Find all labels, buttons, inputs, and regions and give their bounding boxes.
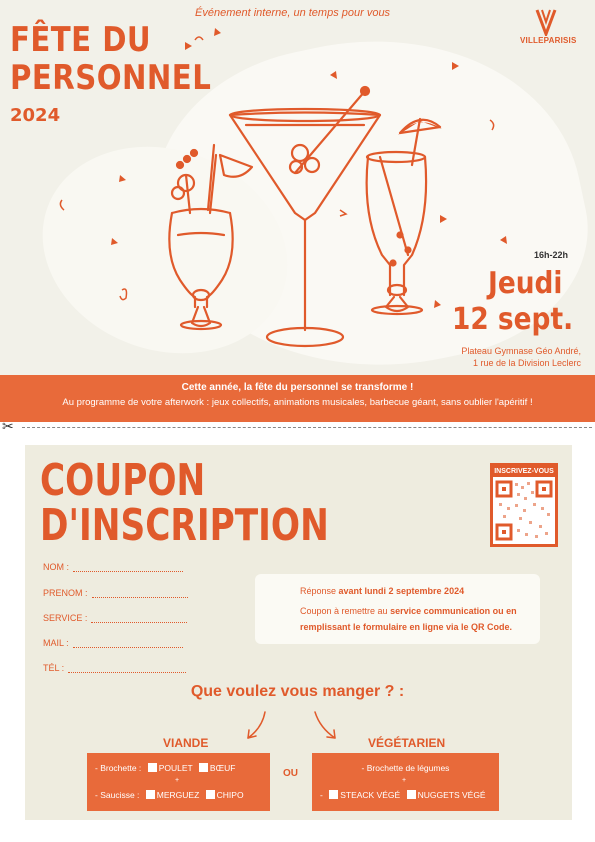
field-label: PRENOM :: [43, 588, 88, 598]
nuggets-vege-label: NUGGETS VÉGÉ: [417, 790, 486, 800]
or-label: OU: [283, 768, 298, 779]
return-instructions-line-1: Coupon à remettre au service communicati…: [300, 604, 517, 618]
veg-dash: -: [320, 790, 323, 800]
service-input-line[interactable]: [91, 614, 188, 623]
arrows-decoration: [247, 711, 336, 739]
field-label: SERVICE :: [43, 613, 88, 623]
event-venue: Plateau Gymnase Géo André, 1 rue de la D…: [461, 345, 581, 369]
venue-line-1: Plateau Gymnase Géo André,: [461, 346, 581, 356]
cut-line: [22, 427, 592, 428]
steack-vege-checkbox[interactable]: [329, 790, 339, 799]
veg-options-box: - Brochette de légumes + - STEACK VÉGÉ N…: [312, 753, 499, 811]
reply-deadline: Réponse avant lundi 2 septembre 2024: [300, 584, 464, 598]
meat-plus: +: [175, 777, 180, 784]
meat-options-box: - Brochette : POULET BŒUF + - Saucisse :…: [87, 753, 270, 811]
veg-brochette-label: - Brochette de légumes: [361, 763, 450, 773]
veg-plus: +: [402, 777, 407, 784]
veg-title: VÉGÉTARIEN: [368, 736, 446, 750]
banner-line-1: Cette année, la fête du personnel se tra…: [181, 382, 414, 393]
merguez-label: MERGUEZ: [156, 790, 200, 800]
field-nom[interactable]: NOM :: [43, 562, 183, 572]
meat-brochette-row: - Brochette : POULET BŒUF: [95, 763, 235, 773]
program-banner: Cette année, la fête du personnel se tra…: [0, 375, 595, 422]
nuggets-vege-checkbox[interactable]: [406, 790, 416, 799]
boeuf-label: BŒUF: [209, 763, 236, 773]
banner-line-2: Au programme de votre afterwork : jeux c…: [62, 397, 533, 408]
chipo-label: CHIPO: [216, 790, 244, 800]
boeuf-checkbox[interactable]: [198, 763, 208, 772]
field-tel[interactable]: TÉL :: [43, 663, 187, 673]
poulet-label: POULET: [158, 763, 193, 773]
field-mail[interactable]: MAIL :: [43, 638, 183, 648]
coupon-title-line-2: D'INSCRIPTION: [40, 500, 329, 551]
mail-input-line[interactable]: [72, 639, 183, 648]
scissors-icon: ✂: [2, 418, 14, 434]
brochette-label: - Brochette :: [95, 763, 142, 773]
field-label: TÉL :: [43, 663, 65, 673]
merguez-checkbox[interactable]: [145, 790, 155, 799]
menu-question: Que voulez vous manger ? :: [190, 683, 405, 700]
qr-code-icon[interactable]: [493, 477, 555, 544]
reply-date: avant lundi 2 septembre 2024: [338, 586, 465, 596]
return-service: service communication: [390, 606, 491, 616]
saucisse-label: - Saucisse :: [95, 790, 140, 800]
event-day: Jeudi: [488, 266, 563, 301]
prenom-input-line[interactable]: [91, 589, 188, 598]
chipo-checkbox[interactable]: [205, 790, 215, 799]
reply-prefix: Réponse: [300, 586, 339, 596]
field-label: MAIL :: [43, 638, 69, 648]
coupon-title-line-1: COUPON: [40, 455, 206, 506]
return-instructions-line-2: remplissant le formulaire en ligne via l…: [300, 622, 513, 632]
event-hours: 16h-22h: [534, 250, 569, 260]
veg-options-row: - STEACK VÉGÉ NUGGETS VÉGÉ: [320, 790, 486, 800]
qr-code-box[interactable]: INSCRIVEZ-VOUS: [490, 463, 558, 547]
return-prefix: Coupon à remettre au: [300, 606, 391, 616]
field-prenom[interactable]: PRENOM :: [43, 588, 188, 598]
qr-label: INSCRIVEZ-VOUS: [493, 466, 555, 477]
event-date: 12 sept.: [452, 302, 574, 337]
return-suffix: ou en: [490, 606, 517, 616]
nom-input-line[interactable]: [73, 563, 183, 572]
steack-vege-label: STEACK VÉGÉ: [340, 790, 401, 800]
tel-input-line[interactable]: [68, 664, 187, 673]
poulet-checkbox[interactable]: [147, 763, 157, 772]
meat-title: VIANDE: [163, 736, 209, 750]
field-service[interactable]: SERVICE :: [43, 613, 188, 623]
venue-line-2: 1 rue de la Division Leclerc: [472, 358, 581, 368]
field-label: NOM :: [43, 562, 69, 572]
meat-saucisse-row: - Saucisse : MERGUEZ CHIPO: [95, 790, 244, 800]
